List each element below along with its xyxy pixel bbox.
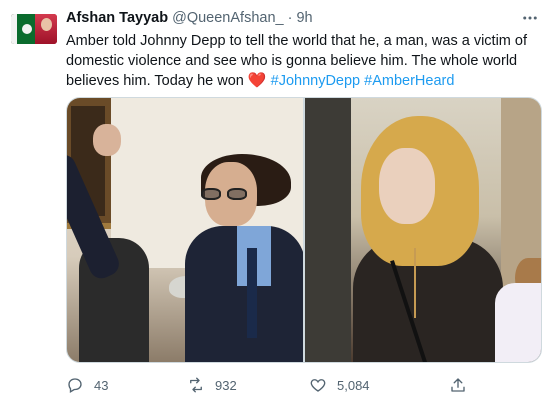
tweet-time[interactable]: 9h — [296, 10, 312, 26]
avatar[interactable] — [11, 14, 57, 44]
tweet-card: Afshan Tayyab @QueenAfshan_ · 9h Amber t… — [0, 0, 554, 406]
media-grid — [66, 97, 542, 363]
reply-icon — [68, 378, 82, 393]
heart-icon — [310, 379, 326, 392]
more-icon[interactable] — [520, 9, 540, 27]
tweet-header: Afshan Tayyab @QueenAfshan_ · 9h — [66, 10, 534, 30]
like-count: 5,084 — [337, 377, 370, 393]
photo-johnny-depp[interactable] — [67, 98, 303, 362]
share-icon — [451, 378, 465, 392]
hashtag-amberheard[interactable]: #AmberHeard — [364, 73, 454, 89]
photo-amber-heard[interactable] — [305, 98, 541, 362]
tweet-text: Amber told Johnny Depp to tell the world… — [66, 32, 536, 92]
reply-button[interactable]: 43 — [66, 372, 108, 398]
retweet-icon — [190, 377, 202, 393]
author-handle[interactable]: @QueenAfshan_ — [172, 10, 283, 26]
retweet-count: 932 — [215, 377, 237, 393]
retweet-button[interactable]: 932 — [187, 372, 237, 398]
heart-emoji: ❤️ — [247, 72, 267, 89]
like-button[interactable]: 5,084 — [309, 372, 370, 398]
hashtag-johnnydepp[interactable]: #JohnnyDepp — [271, 73, 361, 89]
share-button[interactable] — [449, 372, 477, 398]
author-name[interactable]: Afshan Tayyab — [66, 10, 168, 26]
separator-dot: · — [287, 10, 293, 26]
action-bar: 43 932 5,084 — [66, 372, 476, 398]
reply-count: 43 — [94, 377, 109, 393]
